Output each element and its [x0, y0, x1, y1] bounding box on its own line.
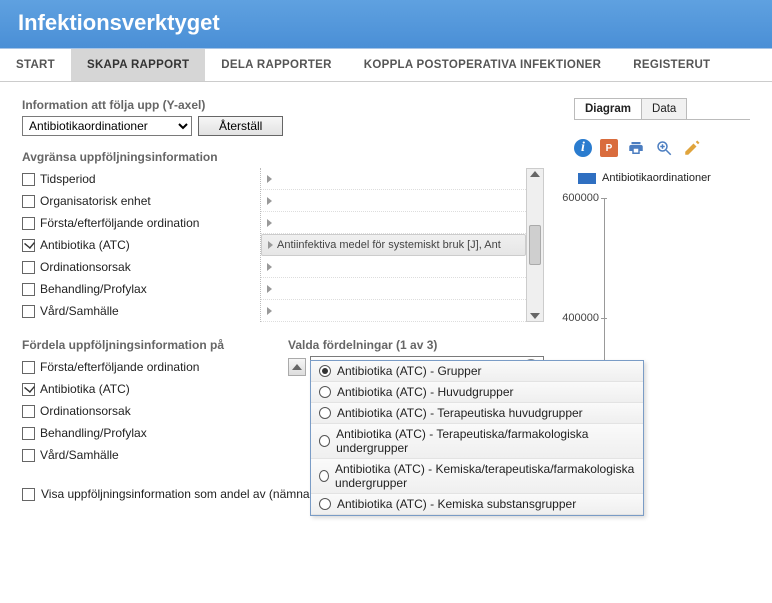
chevron-right-icon	[267, 197, 272, 205]
chk2-forsta[interactable]	[22, 361, 35, 374]
chevron-right-icon	[267, 285, 272, 293]
edit-icon[interactable]	[682, 138, 702, 158]
legend-label: Antibiotikaordinationer	[602, 172, 711, 184]
chart-legend: Antibiotikaordinationer	[578, 172, 750, 184]
limit-val-4[interactable]	[261, 256, 526, 278]
valda-option-3[interactable]: Antibiotika (ATC) - Terapeutiska/farmako…	[311, 424, 643, 459]
limit-val-antibiotika-text: Antiinfektiva medel för systemiskt bruk …	[277, 239, 501, 251]
limit-val-5[interactable]	[261, 278, 526, 300]
chevron-right-icon	[267, 263, 272, 271]
menu-dela-rapporter[interactable]: DELA RAPPORTER	[205, 49, 347, 81]
ytick-0: 600000	[551, 192, 599, 204]
lbl-ordorsak: Ordinationsorsak	[40, 260, 131, 274]
app-header: Infektionsverktyget	[0, 0, 772, 48]
radio-icon	[319, 470, 329, 482]
lbl-forsta-ord: Första/efterföljande ordination	[40, 216, 199, 230]
menu-koppla-postop[interactable]: KOPPLA POSTOPERATIVA INFEKTIONER	[348, 49, 618, 81]
lbl-orgenhet: Organisatorisk enhet	[40, 194, 151, 208]
lbl-vard: Vård/Samhälle	[40, 304, 119, 318]
lbl2-behandling: Behandling/Profylax	[40, 426, 147, 440]
chk-orgenhet[interactable]	[22, 195, 35, 208]
valda-option-0[interactable]: Antibiotika (ATC) - Grupper	[311, 361, 643, 382]
chart-toolbar: i P	[574, 138, 750, 158]
valda-option-5[interactable]: Antibiotika (ATC) - Kemiska substansgrup…	[311, 494, 643, 515]
limit-labels-col: Tidsperiod Organisatorisk enhet Första/e…	[22, 168, 260, 322]
reset-button[interactable]: Återställ	[198, 116, 283, 136]
menu-registerut[interactable]: REGISTERUT	[617, 49, 726, 81]
chevron-right-icon	[267, 175, 272, 183]
limit-val-2[interactable]	[261, 212, 526, 234]
chk-behandling[interactable]	[22, 283, 35, 296]
limit-val-0[interactable]	[261, 168, 526, 190]
radio-icon	[319, 407, 331, 419]
valda-option-1-text: Antibiotika (ATC) - Huvudgrupper	[337, 385, 514, 399]
menu-start[interactable]: START	[0, 49, 71, 81]
andel-label: Visa uppföljningsinformation som andel a…	[41, 487, 324, 501]
limit-values-col: Antiinfektiva medel för systemiskt bruk …	[260, 168, 526, 322]
chevron-right-icon	[268, 241, 273, 249]
print-icon[interactable]	[626, 138, 646, 158]
chk2-antibiotika[interactable]	[22, 383, 35, 396]
lbl-tidsperiod: Tidsperiod	[40, 172, 96, 186]
chevron-right-icon	[267, 307, 272, 315]
menu-skapa-rapport[interactable]: SKAPA RAPPORT	[71, 49, 205, 81]
lbl-antibiotika: Antibiotika (ATC)	[40, 238, 130, 252]
chevron-right-icon	[267, 219, 272, 227]
scroll-down-icon[interactable]	[530, 313, 540, 319]
radio-icon	[319, 386, 331, 398]
scroll-up-icon[interactable]	[530, 171, 540, 177]
powerpoint-icon[interactable]: P	[600, 139, 618, 157]
chk-forsta-ord[interactable]	[22, 217, 35, 230]
legend-swatch	[578, 173, 596, 184]
limit-scrollbar[interactable]	[526, 168, 544, 322]
app-title: Infektionsverktyget	[18, 10, 220, 35]
chk2-vard[interactable]	[22, 449, 35, 462]
triangle-up-icon	[292, 364, 302, 370]
info-icon[interactable]: i	[574, 139, 592, 157]
limit-val-antibiotika[interactable]: Antiinfektiva medel för systemiskt bruk …	[261, 234, 526, 256]
tab-data[interactable]: Data	[641, 98, 687, 119]
chk-antibiotika[interactable]	[22, 239, 35, 252]
valda-option-4-text: Antibiotika (ATC) - Kemiska/terapeutiska…	[335, 462, 635, 490]
valda-option-4[interactable]: Antibiotika (ATC) - Kemiska/terapeutiska…	[311, 459, 643, 494]
valda-option-3-text: Antibiotika (ATC) - Terapeutiska/farmako…	[336, 427, 635, 455]
lbl2-ordorsak: Ordinationsorsak	[40, 404, 131, 418]
radio-icon	[319, 435, 330, 447]
valda-option-0-text: Antibiotika (ATC) - Grupper	[337, 364, 482, 378]
chk2-ordorsak[interactable]	[22, 405, 35, 418]
valda-option-2[interactable]: Antibiotika (ATC) - Terapeutiska huvudgr…	[311, 403, 643, 424]
valda-label: Valda fördelningar (1 av 3)	[288, 338, 544, 352]
valda-option-2-text: Antibiotika (ATC) - Terapeutiska huvudgr…	[337, 406, 583, 420]
tab-diagram[interactable]: Diagram	[574, 98, 642, 119]
valda-dropdown-list: Antibiotika (ATC) - Grupper Antibiotika …	[310, 360, 644, 516]
lbl2-forsta: Första/efterföljande ordination	[40, 360, 199, 374]
fordela-label: Fördela uppföljningsinformation på	[22, 338, 272, 352]
lbl2-antibiotika: Antibiotika (ATC)	[40, 382, 130, 396]
chart-tabs: Diagram Data	[574, 98, 750, 120]
scroll-thumb[interactable]	[529, 225, 541, 265]
main-menubar: START SKAPA RAPPORT DELA RAPPORTER KOPPL…	[0, 48, 772, 82]
lbl2-vard: Vård/Samhälle	[40, 448, 119, 462]
lbl-behandling: Behandling/Profylax	[40, 282, 147, 296]
limit-val-1[interactable]	[261, 190, 526, 212]
yaxis-label: Information att följa upp (Y-axel)	[22, 98, 544, 112]
yaxis-select[interactable]: Antibiotikaordinationer	[22, 116, 192, 136]
chk-tidsperiod[interactable]	[22, 173, 35, 186]
chk-andel[interactable]	[22, 488, 35, 501]
limit-label: Avgränsa uppföljningsinformation	[22, 150, 544, 164]
valda-option-1[interactable]: Antibiotika (ATC) - Huvudgrupper	[311, 382, 643, 403]
chk-ordorsak[interactable]	[22, 261, 35, 274]
limit-val-6[interactable]	[261, 300, 526, 322]
chk2-behandling[interactable]	[22, 427, 35, 440]
zoom-icon[interactable]	[654, 138, 674, 158]
chk-vard[interactable]	[22, 305, 35, 318]
valda-option-5-text: Antibiotika (ATC) - Kemiska substansgrup…	[337, 497, 576, 511]
radio-icon	[319, 365, 331, 377]
ytick-1: 400000	[551, 312, 599, 324]
move-up-button[interactable]	[288, 358, 306, 376]
radio-icon	[319, 498, 331, 510]
